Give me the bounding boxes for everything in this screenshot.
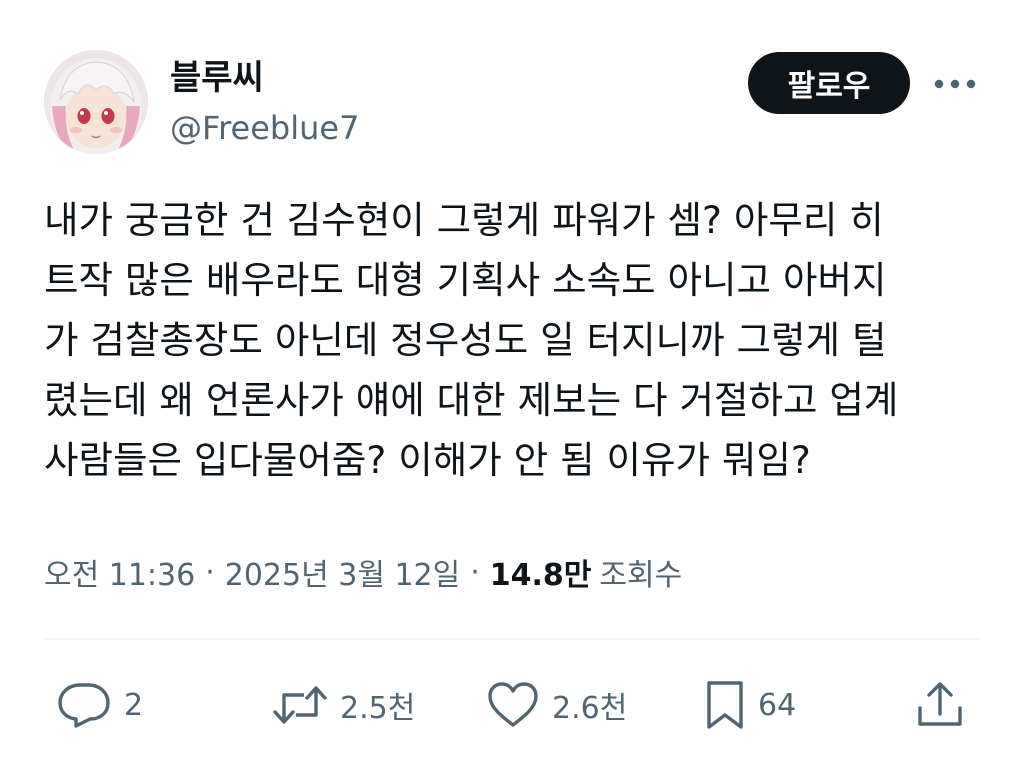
views-count: 14.8만 [489, 558, 592, 593]
author-display-name[interactable]: 블루씨 [170, 58, 264, 98]
bookmark-count: 64 [758, 687, 797, 723]
repost-button[interactable]: 2.5천 [272, 676, 415, 734]
divider [44, 638, 980, 640]
reply-count: 2 [124, 687, 144, 723]
post-text: 내가 궁금한 건 김수현이 그렇게 파워가 셈? 아무리 히 트작 많은 배우라… [44, 190, 984, 490]
repost-count: 2.5천 [340, 691, 416, 726]
post-date[interactable]: 2025년 3월 12일 [225, 550, 460, 594]
post-text-line: 가 검찰총장도 아닌데 정우성도 일 터지니까 그렇게 털 [44, 318, 887, 362]
more-horizontal-icon [934, 79, 976, 89]
post-text-line: 사람들은 입다물어줌? 이해가 안 됨 이유가 뭐임? [44, 438, 811, 482]
meta-separator: · [470, 554, 480, 590]
meta-separator: · [205, 554, 215, 590]
post-time[interactable]: 오전 11:36 [44, 550, 195, 594]
share-icon [918, 682, 962, 726]
reply-icon [58, 683, 110, 728]
share-button[interactable] [914, 676, 966, 734]
post-meta: 오전 11:36 · 2025년 3월 12일 · 14.8만 조회수 [44, 548, 682, 596]
reply-button[interactable]: 2 [56, 676, 143, 734]
views-label: 조회수 [599, 558, 683, 593]
author-handle[interactable]: @Freeblue7 [170, 108, 359, 148]
post-text-line: 렸는데 왜 언론사가 얘에 대한 제보는 다 거절하고 업계 [44, 378, 899, 422]
post-text-line: 내가 궁금한 건 김수현이 그렇게 파워가 셈? 아무리 히 [44, 198, 884, 242]
more-options-button[interactable] [930, 62, 980, 106]
anime-avatar-icon [44, 50, 148, 154]
like-button[interactable]: 2.6천 [486, 676, 627, 734]
heart-icon [488, 682, 538, 727]
avatar[interactable] [44, 50, 148, 154]
post-text-line: 트작 많은 배우라도 대형 기획사 소속도 아니고 아버지 [44, 258, 887, 302]
repost-icon [273, 686, 327, 724]
follow-button[interactable]: 팔로우 [748, 52, 910, 114]
bookmark-button[interactable]: 64 [704, 676, 796, 734]
bookmark-icon [707, 681, 743, 729]
tweet-detail: 블루씨 @Freeblue7 팔로우 내가 궁금한 건 김수현이 그렇게 파워가… [0, 0, 1024, 780]
like-count: 2.6천 [552, 691, 628, 726]
